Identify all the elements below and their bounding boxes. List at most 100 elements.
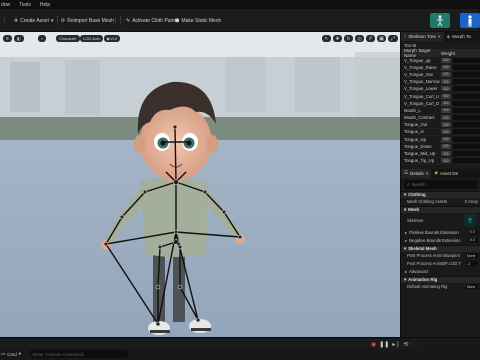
skeleton-mode-button[interactable] — [430, 13, 450, 28]
morph-weight-slider[interactable] — [453, 57, 480, 63]
morph-weight-field[interactable]: 0.0 — [441, 129, 451, 135]
create-asset-button[interactable]: ✚ Create Asset ▾ — [14, 16, 53, 25]
make-static-label: Make Static Mesh — [181, 17, 222, 24]
menu-window[interactable]: dow — [1, 2, 10, 8]
morph-weight-slider[interactable] — [453, 151, 480, 157]
morph-target-row[interactable]: V_Tongue_Out 0.0 — [401, 71, 480, 79]
morph-weight-slider[interactable] — [453, 158, 480, 164]
activate-cloth-paint-button[interactable]: ✎ Activate Cloth Paint — [126, 16, 176, 25]
bone-icon: ⌇ — [404, 33, 407, 39]
morph-target-row[interactable]: V_Tongue_Raise 0.0 — [401, 64, 480, 72]
record-icon[interactable]: ◉ — [371, 341, 376, 348]
viewport-perspective-button[interactable]: ◧ — [14, 35, 24, 42]
col-morph-name[interactable]: Morph Target Name — [401, 48, 441, 58]
tab-details[interactable]: ☰ Details × — [401, 168, 432, 178]
morph-target-row[interactable]: V_Tongue_up 0.0 — [401, 57, 480, 65]
cmd-selector[interactable]: ▭ Cmd ▾ — [1, 350, 21, 358]
col-weight[interactable]: Weight — [441, 51, 455, 56]
console-command-input[interactable]: Enter Console Command — [30, 350, 128, 358]
morph-weight-slider[interactable] — [453, 71, 480, 77]
maximize-viewport-button[interactable]: ⤢ — [388, 35, 398, 42]
morph-weight-field[interactable]: 0.0 — [441, 107, 451, 113]
morph-weight-slider[interactable] — [453, 93, 480, 99]
default-rig-row: Default Animating Rig None — [401, 283, 480, 291]
morph-target-row[interactable]: Tongue_Tip_Up 0.0 — [401, 158, 480, 165]
morph-weight-slider[interactable] — [453, 79, 480, 85]
morph-target-row[interactable]: Mouth_Contract 0.0 — [401, 115, 480, 122]
morph-target-name: Tongue_Mid_Up — [404, 151, 436, 157]
positive-bounds-row[interactable]: ▸ Positive Bounds Extension 0.0 — [401, 229, 480, 237]
morph-weight-slider[interactable] — [453, 129, 480, 135]
morph-weight-slider[interactable] — [453, 86, 480, 92]
viewport-speed-button[interactable]: ▶ VL0 — [104, 35, 121, 42]
morph-weight-field[interactable]: 0.0 — [441, 86, 451, 92]
skeleton-thumbnail[interactable]: ☥ — [464, 214, 476, 228]
world-space-button[interactable]: ◎ — [355, 35, 364, 42]
morph-weight-slider[interactable] — [453, 107, 480, 113]
morph-target-row[interactable]: V_Tongue_Curl_U 0.0 — [401, 93, 480, 101]
tab-asset-details[interactable]: ◆ Asset De — [431, 169, 461, 178]
morph-target-row[interactable]: Tongue_in 0.0 — [401, 129, 480, 137]
reimport-options-button[interactable]: ⋮ — [113, 16, 118, 25]
viewport-character-button[interactable]: Character — [56, 35, 80, 42]
morph-weight-slider[interactable] — [453, 136, 480, 142]
morph-target-row[interactable]: V_Tongue_Narrow 0.0 — [401, 79, 480, 86]
morph-weight-field[interactable]: 0.0 — [441, 79, 451, 85]
viewport-lit-button[interactable]: ◐ — [38, 35, 47, 42]
loop-icon[interactable]: ⟲ — [403, 341, 408, 348]
translate-tool-button[interactable]: ✥ — [333, 35, 342, 42]
morph-target-row[interactable]: Tongue_Up 0.0 — [401, 136, 480, 144]
viewport-menu-button[interactable]: ≡ — [3, 35, 12, 42]
morph-target-row[interactable]: V_Tongue_Lower 0.0 — [401, 86, 480, 93]
skeletal-mesh-section-header[interactable]: ▾ Skeletal Mesh — [401, 244, 480, 252]
post-process-row: Post Process Anim Blueprint None — [401, 252, 480, 260]
morph-weight-field[interactable]: 0.0 — [441, 158, 451, 164]
morph-target-row[interactable]: V_Tongue_Curl_D 0.0 — [401, 100, 480, 108]
menu-help[interactable]: Help — [40, 2, 50, 8]
advanced-row[interactable]: ▸ Advanced — [401, 268, 480, 276]
morph-weight-field[interactable]: 0.0 — [441, 71, 451, 77]
viewport[interactable]: ≡ ◧ ◐ Character LOD Auto ▶ VL0 ↖ ✥ ↻ ◎ # … — [0, 32, 400, 337]
negative-bounds-row[interactable]: ▸ Negative Bounds Extension 0.0 — [401, 237, 480, 245]
skip-forward-icon[interactable]: ▸❘ — [392, 341, 400, 348]
morph-weight-field[interactable]: 0.0 — [441, 115, 451, 121]
morph-weight-field[interactable]: 0.0 — [441, 136, 451, 142]
grid-snap-button[interactable]: # — [366, 35, 375, 42]
morph-weight-slider[interactable] — [453, 100, 480, 106]
morph-weight-field[interactable]: 0.0 — [441, 93, 451, 99]
morph-target-name: V_Tongue_Out — [404, 71, 433, 77]
rotate-tool-button[interactable]: ↻ — [344, 35, 353, 42]
morph-weight-field[interactable]: 0.0 — [441, 100, 451, 106]
move-icon: ✥ — [335, 35, 340, 42]
morph-weight-slider[interactable] — [453, 122, 480, 128]
camera-speed-button[interactable]: ▣ — [377, 35, 386, 42]
menu-tools[interactable]: Tools — [19, 2, 31, 8]
morph-weight-slider[interactable] — [453, 64, 480, 70]
tab-skeleton-tree[interactable]: ⌇ Skeleton Tree × — [401, 32, 444, 41]
brush-icon: ✎ — [126, 17, 131, 24]
morph-target-row[interactable]: Tongue_Mid_Up 0.0 — [401, 150, 480, 158]
morph-weight-field[interactable]: 0.0 — [441, 151, 451, 157]
morph-target-row[interactable]: Mouth_L 0.0 — [401, 107, 480, 115]
mesh-section-header[interactable]: ▾ Mesh — [401, 205, 480, 213]
pause-icon[interactable]: ❚❚ — [379, 341, 389, 348]
tab-morph-targets[interactable]: ◈ Morph Ta — [444, 32, 474, 41]
morph-weight-field[interactable]: 0.0 — [441, 64, 451, 70]
maximize-icon: ⤢ — [390, 35, 395, 42]
animation-rig-section-header[interactable]: ▾ Animation Rig — [401, 275, 480, 283]
mesh-mode-button[interactable] — [460, 13, 480, 28]
toolbar-overflow-button[interactable]: ⋮ — [2, 16, 7, 25]
make-static-mesh-button[interactable]: ⬢ Make Static Mesh — [175, 16, 221, 25]
morph-target-row[interactable]: Tongue_Out 0.0 — [401, 122, 480, 129]
morph-weight-field[interactable]: 0.0 — [441, 143, 451, 149]
morph-target-row[interactable]: Tongue_Down 0.0 — [401, 143, 480, 151]
details-search[interactable]: ⌕ Search — [404, 179, 477, 189]
morph-weight-field[interactable]: 0.0 — [441, 122, 451, 128]
select-tool-button[interactable]: ↖ — [322, 35, 331, 42]
morph-weight-slider[interactable] — [453, 115, 480, 121]
reimport-base-mesh-button[interactable]: ⟳ Reimport Base Mesh — [61, 16, 114, 25]
morph-weight-field[interactable]: 0.0 — [441, 57, 451, 63]
viewport-lod-button[interactable]: LOD Auto — [80, 35, 104, 42]
morph-weight-slider[interactable] — [453, 143, 480, 149]
clothing-section-header[interactable]: ▾ Clothing — [401, 190, 480, 198]
